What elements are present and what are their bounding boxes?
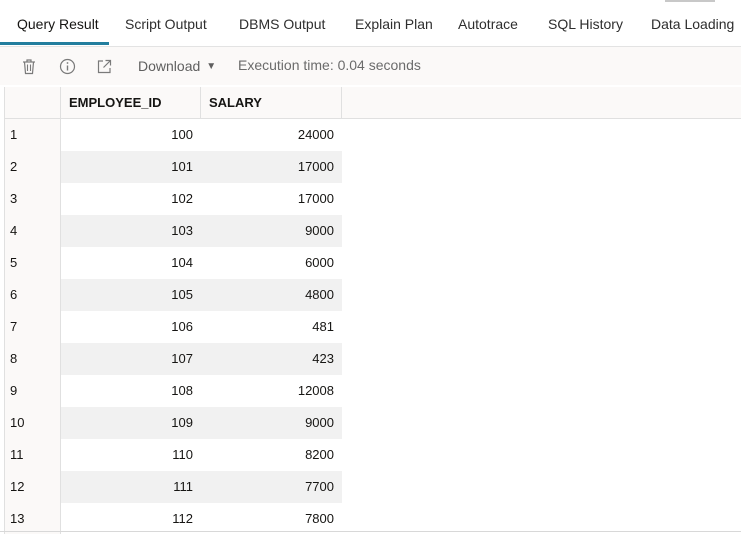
cell-salary[interactable]: 17000 (201, 183, 342, 215)
download-label: Download (138, 58, 201, 74)
table-row[interactable]: 5 104 6000 (5, 247, 741, 279)
cell-salary[interactable]: 6000 (201, 247, 342, 279)
cell-employee-id[interactable]: 105 (61, 279, 201, 311)
open-external-icon (97, 59, 111, 73)
open-in-new-window-button[interactable] (94, 56, 114, 76)
table-row[interactable]: 9 108 12008 (5, 375, 741, 407)
table-row[interactable]: 10 109 9000 (5, 407, 741, 439)
row-number[interactable]: 5 (5, 247, 61, 279)
result-toolbar: Download ▼ Execution time: 0.04 seconds (0, 47, 741, 85)
row-number[interactable]: 13 (5, 503, 61, 534)
cell-salary[interactable]: 17000 (201, 151, 342, 183)
tab-script-output[interactable]: Script Output (125, 16, 207, 32)
cell-employee-id[interactable]: 106 (61, 311, 201, 343)
row-number[interactable]: 9 (5, 375, 61, 407)
cell-employee-id[interactable]: 111 (61, 471, 201, 503)
column-header-employee-id[interactable]: EMPLOYEE_ID (61, 87, 201, 118)
row-number[interactable]: 11 (5, 439, 61, 471)
table-row[interactable]: 2 101 17000 (5, 151, 741, 183)
grid-header: EMPLOYEE_ID SALARY (5, 87, 741, 119)
table-row[interactable]: 12 111 7700 (5, 471, 741, 503)
table-row[interactable]: 3 102 17000 (5, 183, 741, 215)
grid-body: 1 100 24000 2 101 17000 3 102 17000 4 103 9000 5 104 6… (5, 119, 741, 534)
clear-button[interactable] (19, 56, 39, 76)
cell-employee-id[interactable]: 103 (61, 215, 201, 247)
cell-employee-id[interactable]: 107 (61, 343, 201, 375)
cell-salary[interactable]: 481 (201, 311, 342, 343)
tab-autotrace[interactable]: Autotrace (458, 16, 518, 32)
row-number[interactable]: 4 (5, 215, 61, 247)
cell-employee-id[interactable]: 101 (61, 151, 201, 183)
results-grid: EMPLOYEE_ID SALARY 1 100 24000 2 101 17000 3 10… (4, 87, 741, 534)
column-header-salary[interactable]: SALARY (201, 87, 342, 118)
table-row[interactable]: 8 107 423 (5, 343, 741, 375)
tab-explain-plan[interactable]: Explain Plan (355, 16, 433, 32)
download-menu[interactable]: Download ▼ (138, 58, 216, 74)
cell-employee-id[interactable]: 112 (61, 503, 201, 534)
row-number[interactable]: 1 (5, 119, 61, 151)
cell-employee-id[interactable]: 102 (61, 183, 201, 215)
row-number-header (5, 87, 61, 118)
tab-dbms-output[interactable]: DBMS Output (239, 16, 325, 32)
caret-down-icon: ▼ (206, 61, 217, 72)
row-number[interactable]: 12 (5, 471, 61, 503)
info-button[interactable] (57, 56, 77, 76)
table-row[interactable]: 11 110 8200 (5, 439, 741, 471)
cell-salary[interactable]: 9000 (201, 215, 342, 247)
row-number[interactable]: 6 (5, 279, 61, 311)
bottom-border (0, 531, 741, 532)
row-number[interactable]: 7 (5, 311, 61, 343)
cell-employee-id[interactable]: 109 (61, 407, 201, 439)
trash-icon (23, 58, 35, 74)
tab-sql-history[interactable]: SQL History (548, 16, 623, 32)
cell-salary[interactable]: 7700 (201, 471, 342, 503)
info-icon (59, 58, 75, 74)
table-row[interactable]: 1 100 24000 (5, 119, 741, 151)
row-number[interactable]: 8 (5, 343, 61, 375)
table-row[interactable]: 6 105 4800 (5, 279, 741, 311)
cell-employee-id[interactable]: 110 (61, 439, 201, 471)
active-tab-indicator (0, 42, 109, 45)
row-number[interactable]: 3 (5, 183, 61, 215)
cell-employee-id[interactable]: 104 (61, 247, 201, 279)
cell-salary[interactable]: 8200 (201, 439, 342, 471)
tab-query-result[interactable]: Query Result (17, 16, 99, 32)
table-row[interactable]: 7 106 481 (5, 311, 741, 343)
row-number[interactable]: 10 (5, 407, 61, 439)
tab-data-loading[interactable]: Data Loading (651, 16, 734, 32)
cell-employee-id[interactable]: 100 (61, 119, 201, 151)
cell-salary[interactable]: 7800 (201, 503, 342, 534)
table-row[interactable]: 13 112 7800 (5, 503, 741, 534)
cell-salary[interactable]: 12008 (201, 375, 342, 407)
cell-employee-id[interactable]: 108 (61, 375, 201, 407)
table-row[interactable]: 4 103 9000 (5, 215, 741, 247)
cell-salary[interactable]: 423 (201, 343, 342, 375)
cell-salary[interactable]: 9000 (201, 407, 342, 439)
cell-salary[interactable]: 4800 (201, 279, 342, 311)
execution-time: Execution time: 0.04 seconds (238, 57, 421, 73)
row-number[interactable]: 2 (5, 151, 61, 183)
cell-salary[interactable]: 24000 (201, 119, 342, 151)
result-tabs: Query Result Script Output DBMS Output E… (0, 0, 741, 47)
